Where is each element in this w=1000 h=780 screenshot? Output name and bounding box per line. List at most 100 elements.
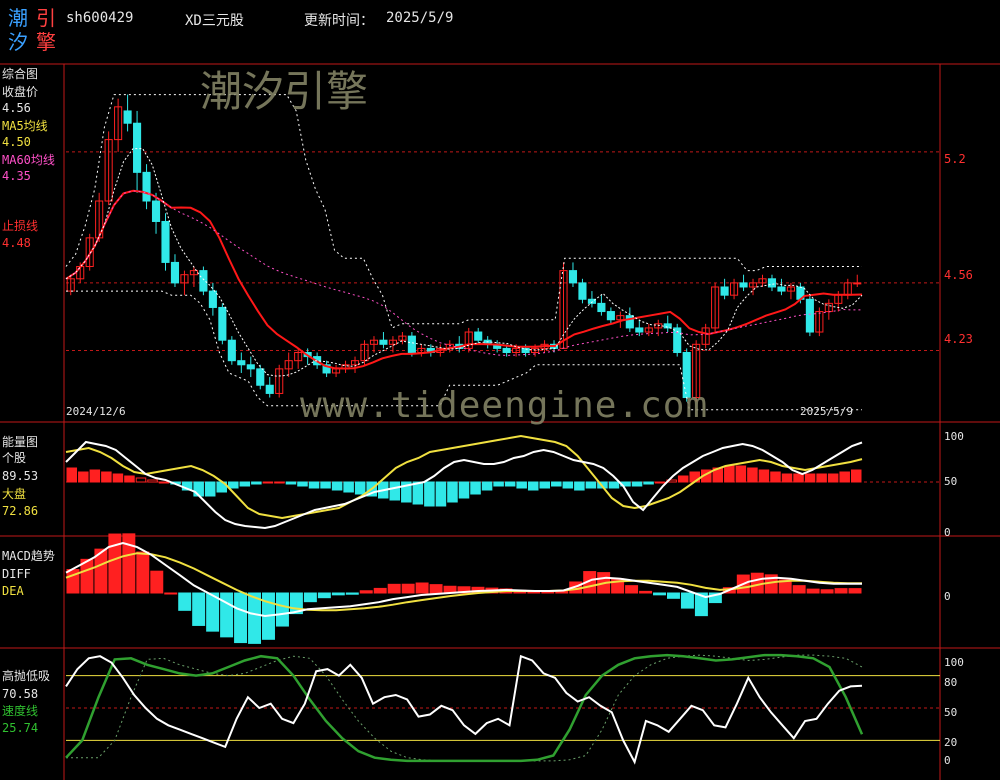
macd-bar: [164, 592, 178, 595]
macd-bar: [234, 592, 248, 644]
energy-bar: [608, 481, 620, 489]
candle-body: [777, 286, 786, 292]
energy-bar: [331, 481, 343, 491]
speed-label: 速度线: [2, 704, 39, 718]
energy-bar: [631, 481, 643, 487]
energy-bar: [527, 481, 539, 491]
ma5-label: MA5均线: [2, 119, 48, 133]
macd-bar: [415, 582, 429, 594]
stop-value: 4.48: [2, 236, 31, 250]
gaopao-value: 70.58: [2, 687, 39, 701]
gaopao-title: 高抛低吸: [2, 669, 51, 683]
macd-bar: [834, 588, 848, 594]
energy-bar: [424, 481, 435, 507]
energy-bar: [758, 469, 770, 483]
macd-axis-label: 0: [944, 590, 951, 603]
energy-bar: [770, 471, 781, 483]
watermark-top: 潮汐引擎: [200, 67, 369, 116]
candle-body: [853, 282, 862, 285]
energy-axis-label-1: 100: [944, 430, 964, 443]
candle-body: [805, 298, 814, 333]
diff-label: DIFF: [2, 567, 31, 581]
candle-body: [635, 327, 644, 333]
energy-bar: [124, 475, 135, 483]
energy-bar: [228, 481, 239, 489]
energy-bar: [274, 481, 285, 484]
candle-body: [474, 331, 483, 341]
candle-body: [170, 261, 180, 284]
upper-band-line: [65, 94, 862, 329]
ma60-value: 4.35: [2, 169, 31, 183]
candle-body: [133, 122, 142, 173]
candle-body: [237, 360, 246, 366]
macd-bar: [680, 592, 694, 609]
candle-body: [597, 302, 606, 313]
energy-bar: [158, 481, 170, 484]
candle-body: [720, 286, 729, 296]
macd-bar: [806, 588, 820, 594]
energy-bar: [308, 481, 320, 489]
speed-value: 25.74: [2, 721, 39, 735]
ma60-label: MA60均线: [2, 153, 55, 167]
macd-bar: [108, 533, 122, 594]
macd-bar: [136, 551, 150, 594]
macd-bar: [387, 583, 401, 594]
close-value: 4.56: [2, 101, 31, 115]
energy-title: 能量图: [2, 435, 39, 449]
energy-bar: [66, 467, 78, 483]
energy-bar: [539, 481, 551, 489]
energy-bar: [839, 471, 850, 483]
macd-bar: [303, 592, 317, 603]
macd-bar: [625, 585, 639, 594]
ma60-line: [65, 190, 862, 356]
macd-title: MACD趋势: [2, 549, 55, 563]
candle-body: [767, 278, 777, 288]
candle-body: [123, 110, 132, 124]
energy-bar: [78, 471, 89, 483]
candle-body: [625, 315, 634, 329]
energy-bar: [493, 481, 504, 487]
candle-body: [218, 306, 227, 341]
candle-body: [265, 384, 274, 394]
gaopao-axis-label-3: 50: [944, 706, 958, 719]
energy-bar: [504, 481, 516, 487]
main-axis-label-3: 4.23: [944, 332, 973, 346]
energy-bar: [262, 481, 274, 484]
energy-bar: [285, 481, 297, 485]
energy-bar: [816, 473, 827, 483]
energy-bar: [551, 481, 562, 487]
energy-bar: [470, 481, 481, 495]
energy-bar: [412, 481, 424, 505]
macd-bar: [359, 590, 373, 594]
energy-bar: [101, 471, 112, 483]
macd-bar: [429, 584, 443, 594]
macd-bar: [848, 588, 862, 594]
candle-body: [521, 347, 530, 353]
energy-bar: [735, 465, 747, 483]
energy-bar: [239, 481, 251, 487]
energy-bar: [724, 465, 735, 483]
main-title: 综合图: [2, 67, 39, 81]
energy-bar: [781, 473, 793, 483]
macd-bar: [345, 592, 359, 595]
main-axis-label-1: 5.2: [944, 152, 966, 166]
energy-bar: [135, 477, 147, 483]
energy-bar: [654, 481, 666, 484]
energy-bar: [251, 481, 262, 485]
energy-axis-label-3: 0: [944, 526, 951, 539]
macd-bar: [401, 583, 415, 594]
energy-bar: [193, 481, 204, 497]
macd-bar: [666, 592, 680, 599]
energy-bar: [793, 473, 804, 483]
macd-bar: [653, 592, 666, 596]
gaopao-main-line: [65, 654, 863, 765]
macd-bar: [275, 592, 289, 627]
energy-bar: [481, 481, 493, 491]
macd-bar: [178, 592, 192, 611]
candle-body: [502, 347, 511, 353]
energy-bar: [297, 481, 308, 487]
energy-bar: [827, 473, 839, 483]
macd-bar: [792, 585, 806, 594]
macd-bar: [248, 592, 262, 644]
gaopao-axis-label-2: 80: [944, 676, 958, 689]
